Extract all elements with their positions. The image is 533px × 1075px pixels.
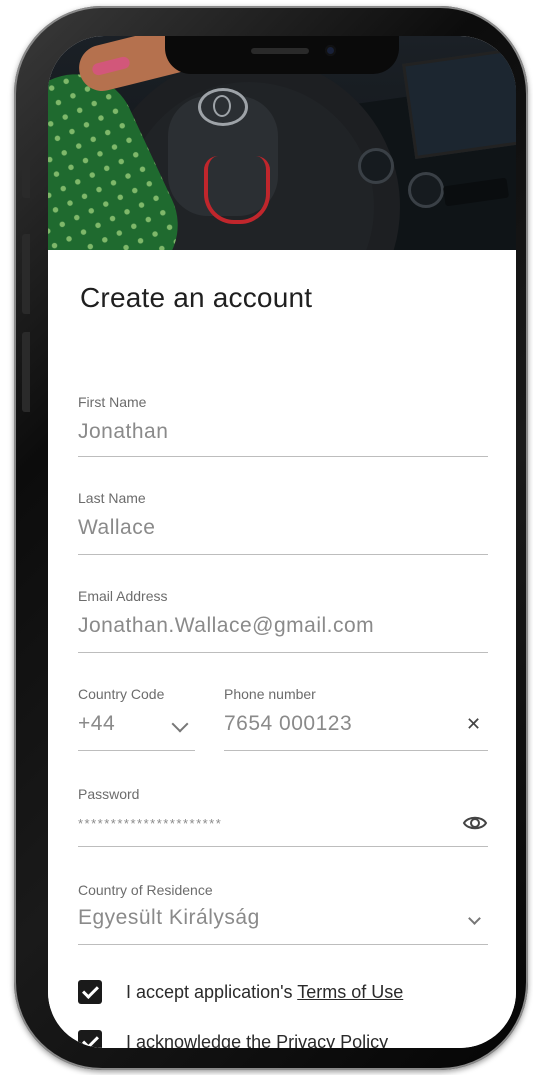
email-input[interactable]: Jonathan.Wallace@gmail.com xyxy=(78,614,374,638)
climate-dial xyxy=(408,172,444,208)
phone-input[interactable]: 7654 000123 xyxy=(224,712,352,736)
email-label: Email Address xyxy=(78,588,168,604)
chevron-down-icon[interactable] xyxy=(171,715,189,733)
phone-field[interactable]: Phone number 7654 000123 ✕ xyxy=(224,654,488,751)
close-icon[interactable]: ✕ xyxy=(466,714,481,735)
speaker-grille xyxy=(251,48,309,54)
volume-up-button xyxy=(22,234,30,314)
terms-text: I accept application's Terms of Use xyxy=(126,982,403,1003)
car-logo xyxy=(198,88,248,126)
password-input[interactable]: ********************** xyxy=(78,816,222,831)
phone-screen: Create an account First Name Jonathan La… xyxy=(48,36,516,1048)
terms-row: I accept application's Terms of Use xyxy=(78,978,498,1008)
privacy-prefix: I acknowledge the xyxy=(126,1032,277,1048)
residence-value[interactable]: Egyesült Királyság xyxy=(78,906,260,930)
terms-checkbox[interactable] xyxy=(78,980,102,1004)
climate-dial xyxy=(358,148,394,184)
privacy-text: I acknowledge the Privacy Policy xyxy=(126,1032,388,1048)
chevron-down-icon[interactable] xyxy=(468,912,481,925)
front-camera xyxy=(325,45,336,56)
privacy-policy-link[interactable]: Privacy Policy xyxy=(276,1032,388,1048)
email-field[interactable]: Email Address Jonathan.Wallace@gmail.com xyxy=(78,556,488,653)
wheel-accent xyxy=(204,156,270,224)
country-code-select[interactable]: Country Code +44 xyxy=(78,654,195,751)
volume-down-button xyxy=(22,332,30,412)
infotainment-screen xyxy=(401,45,516,159)
eye-icon[interactable] xyxy=(462,810,488,836)
create-account-form: Create an account First Name Jonathan La… xyxy=(48,250,516,1048)
first-name-field[interactable]: First Name Jonathan xyxy=(78,356,488,457)
country-code-value[interactable]: +44 xyxy=(78,712,115,736)
terms-of-use-link[interactable]: Terms of Use xyxy=(297,982,403,1002)
country-of-residence-select[interactable]: Country of Residence Egyesült Királyság xyxy=(78,850,488,945)
privacy-checkbox[interactable] xyxy=(78,1030,102,1048)
first-name-input[interactable]: Jonathan xyxy=(78,420,168,444)
password-label: Password xyxy=(78,786,140,802)
first-name-label: First Name xyxy=(78,394,147,410)
page-title: Create an account xyxy=(80,282,313,313)
last-name-field[interactable]: Last Name Wallace xyxy=(78,456,488,555)
password-field[interactable]: Password ********************** xyxy=(78,754,488,847)
privacy-row: I acknowledge the Privacy Policy xyxy=(78,1028,498,1048)
mute-switch xyxy=(22,156,30,198)
phone-label: Phone number xyxy=(224,686,316,702)
notch xyxy=(165,36,399,74)
last-name-input[interactable]: Wallace xyxy=(78,516,155,540)
last-name-label: Last Name xyxy=(78,490,146,506)
terms-prefix: I accept application's xyxy=(126,982,298,1002)
country-code-label: Country Code xyxy=(78,686,165,702)
residence-label: Country of Residence xyxy=(78,882,213,898)
